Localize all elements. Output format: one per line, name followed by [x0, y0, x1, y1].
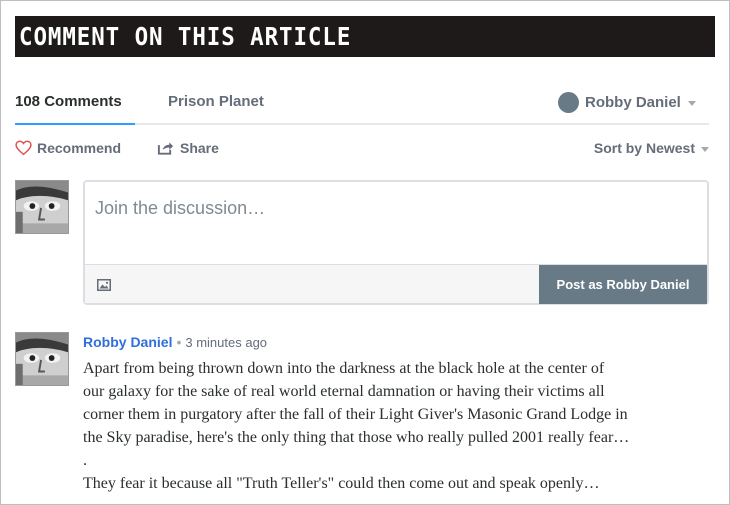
tab-community[interactable]: Prison Planet	[168, 93, 264, 110]
comment-timestamp[interactable]: 3 minutes ago	[185, 335, 267, 350]
avatar-image	[16, 333, 68, 385]
composer-toolbar: Post as Robby Daniel	[85, 264, 707, 304]
heart-icon	[15, 140, 32, 156]
comment-line: They fear it because all "Truth Teller's…	[83, 475, 600, 492]
current-user-avatar[interactable]	[15, 180, 69, 234]
comment-line: .	[83, 452, 87, 469]
chevron-down-icon	[701, 146, 709, 152]
comment-author-avatar[interactable]	[15, 332, 69, 386]
banner-title: COMMENT ON THIS ARTICLE	[19, 22, 352, 51]
comment-composer: Post as Robby Daniel	[83, 180, 709, 305]
recommend-label: Recommend	[37, 140, 122, 156]
comment-line: corner them in purgatory after the fall …	[83, 406, 628, 423]
user-avatar-icon	[558, 91, 579, 113]
comment-line: Apart from being thrown down into the da…	[83, 360, 605, 377]
comment-header: Robby Daniel • 3 minutes ago	[83, 334, 267, 350]
user-menu-name: Robby Daniel	[585, 93, 681, 111]
recommend-button[interactable]: Recommend	[15, 140, 121, 156]
comment-tabs: 108 Comments Prison Planet Robby Daniel	[15, 85, 709, 125]
tab-comments[interactable]: 108 Comments	[15, 93, 122, 110]
comment-line: the Sky paradise, here's the only thing …	[83, 429, 630, 446]
sort-label: Sort by Newest	[593, 140, 695, 156]
comment-body: Apart from being thrown down into the da…	[83, 357, 713, 495]
chevron-down-icon	[687, 100, 696, 106]
image-icon[interactable]	[97, 279, 111, 291]
share-icon	[157, 142, 174, 155]
comment-input[interactable]	[95, 198, 695, 219]
comment-line: our galaxy for the sake of real world et…	[83, 383, 605, 400]
section-banner: COMMENT ON THIS ARTICLE	[15, 16, 715, 57]
user-menu[interactable]: Robby Daniel	[558, 91, 696, 113]
share-button[interactable]: Share	[157, 140, 219, 156]
post-button[interactable]: Post as Robby Daniel	[539, 265, 707, 304]
meta-separator: •	[176, 334, 182, 350]
comment-widget: COMMENT ON THIS ARTICLE 108 Comments Pri…	[0, 0, 730, 505]
action-bar: Recommend Share Sort by Newest	[15, 138, 709, 160]
avatar-image	[16, 181, 68, 233]
share-label: Share	[180, 140, 219, 156]
comment-author-link[interactable]: Robby Daniel	[83, 334, 172, 350]
active-tab-indicator	[15, 123, 135, 125]
sort-dropdown[interactable]: Sort by Newest	[594, 140, 709, 156]
